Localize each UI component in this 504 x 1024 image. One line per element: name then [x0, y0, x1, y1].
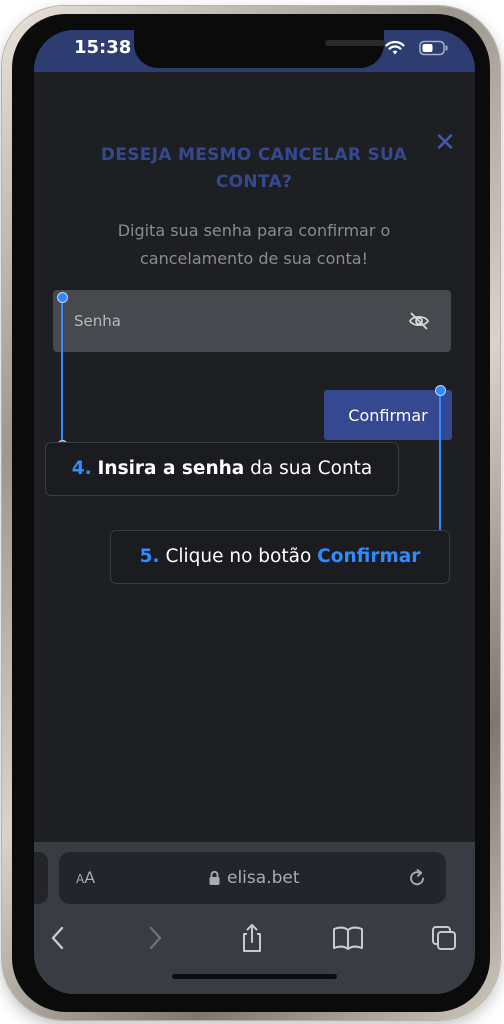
browser-toolbar: AA elisa.bet — [34, 842, 475, 994]
modal-subtitle: Digita sua senha para confirmar o cancel… — [117, 221, 391, 268]
address-bar[interactable]: AA elisa.bet — [59, 852, 446, 904]
notch — [134, 30, 385, 68]
status-bar: 15:38 — [34, 30, 475, 72]
modal-title: DESEJA MESMO CANCELAR SUA CONTA? — [100, 145, 408, 192]
status-time: 15:38 — [74, 37, 132, 58]
callout-step-5: 5. Clique no botão Confirmar — [110, 530, 450, 584]
url-text: elisa.bet — [227, 868, 300, 888]
reload-icon[interactable] — [407, 868, 427, 888]
tabs-icon[interactable] — [424, 918, 464, 958]
password-input[interactable] — [53, 290, 414, 352]
lock-icon — [209, 870, 220, 885]
share-icon[interactable] — [232, 918, 272, 958]
phone-screen: 15:38 ✕ DESEJA MESMO CANCELAR SUA CONTA?… — [34, 30, 475, 994]
callout-4-text: da sua Conta — [244, 458, 373, 479]
callout-5-connector — [439, 390, 441, 538]
close-icon[interactable]: ✕ — [430, 128, 460, 158]
browser-nav-row — [34, 918, 475, 958]
callout-4-bold: Insira a senha — [97, 458, 245, 479]
callout-5-dot-top — [434, 385, 446, 396]
confirm-button[interactable]: Confirmar — [324, 390, 452, 440]
speaker — [325, 40, 385, 46]
callout-5-number: 5. — [139, 546, 160, 567]
wifi-icon — [385, 41, 405, 55]
callout-5-text: Clique no botão — [159, 546, 318, 567]
callout-4-dot-top — [56, 292, 68, 303]
forward-icon[interactable] — [135, 918, 175, 958]
callout-4-number: 4. — [71, 458, 92, 479]
home-indicator — [172, 974, 337, 979]
previous-tab-peek[interactable] — [34, 852, 48, 904]
back-icon[interactable] — [38, 918, 78, 958]
password-field — [53, 290, 451, 352]
callout-4-connector — [61, 298, 63, 446]
battery-icon — [419, 40, 448, 56]
callout-5-bold: Confirmar — [317, 546, 421, 567]
reader-aa-button[interactable]: AA — [76, 868, 95, 889]
callout-step-4: 4. Insira a senha da sua Conta — [45, 442, 399, 496]
eye-slash-icon[interactable] — [408, 311, 430, 331]
bookmarks-icon[interactable] — [328, 918, 368, 958]
